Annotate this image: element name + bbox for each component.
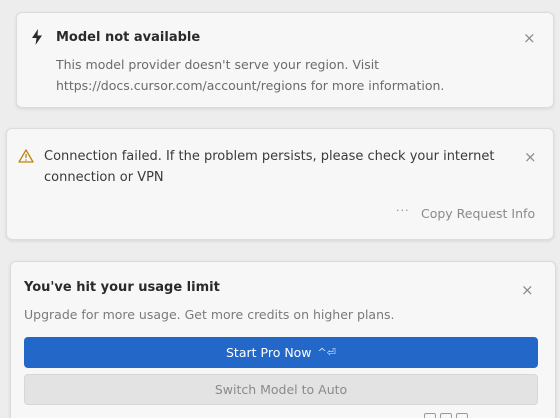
usage-limit-subtitle: Upgrade for more usage. Get more credits… [24,307,395,322]
start-pro-label: Start Pro Now [226,345,312,360]
model-unavailable-message: This model provider doesn't serve your r… [56,57,445,93]
expand-icon [424,413,436,418]
connection-failed-message: Connection failed. If the problem persis… [44,149,495,185]
model-unavailable-card: Model not available This model provider … [16,12,554,108]
usage-limit-title: You've hit your usage limit [24,280,220,295]
layout-icon [440,413,452,418]
panel-icon [456,413,468,418]
lightning-icon [32,29,42,45]
copy-request-info-button[interactable]: Copy Request Info [421,206,535,221]
close-icon[interactable]: × [524,150,537,165]
close-icon[interactable]: × [521,283,534,298]
model-unavailable-title: Model not available [56,30,201,45]
close-icon[interactable]: × [523,31,536,46]
usage-limit-card: You've hit your usage limit Upgrade for … [10,261,556,418]
start-pro-button[interactable]: Start Pro Now ^⏎ [24,337,538,368]
toolbar-fragment [424,410,560,418]
more-options-icon[interactable]: ... [396,201,410,214]
warning-icon [18,149,34,163]
keyboard-shortcut-hint: ^⏎ [317,346,336,359]
switch-model-auto-button[interactable]: Switch Model to Auto [24,374,538,405]
connection-failed-card: Connection failed. If the problem persis… [6,128,554,240]
